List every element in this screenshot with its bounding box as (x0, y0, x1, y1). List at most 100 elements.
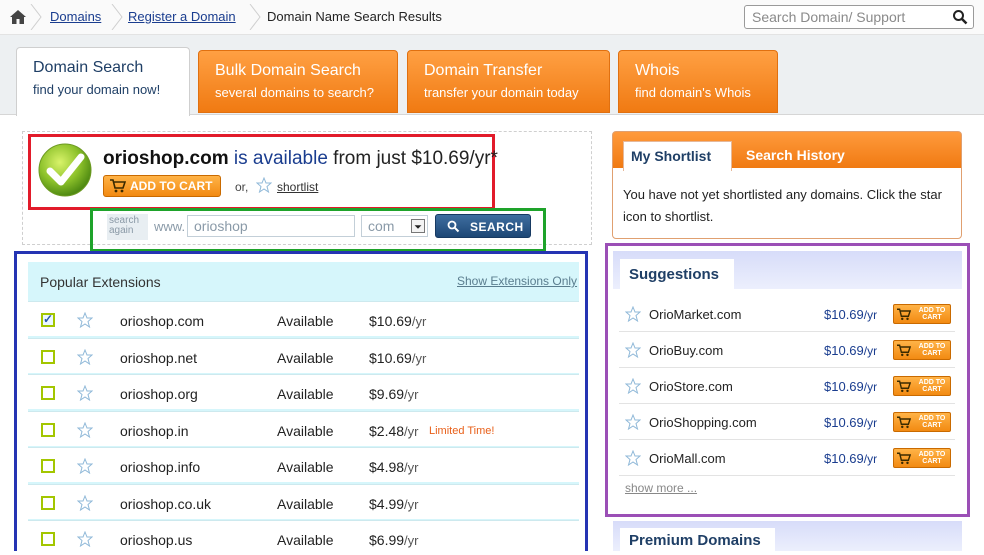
tab-domain-search[interactable]: Domain Search find your domain now! (16, 47, 190, 116)
table-row: orioshop.net Available $10.69/yr (28, 337, 579, 373)
add-to-cart-label: ADD TO CART (914, 415, 950, 429)
tab-domain-transfer[interactable]: Domain Transfer transfer your domain tod… (407, 50, 610, 113)
row-checkbox[interactable] (41, 495, 55, 510)
availability-from: from just (327, 148, 412, 169)
search-icon (447, 220, 460, 233)
tab-title: Bulk Domain Search (215, 62, 361, 79)
list-item: OrioMall.com $10.69/yr ADD TO CART (619, 440, 955, 476)
search-button[interactable]: SEARCH (435, 214, 531, 238)
search-again-label: search again (107, 214, 148, 240)
row-price-value: $2.48 (369, 422, 405, 439)
breadcrumb-separator (111, 4, 123, 30)
add-to-cart-label: ADD TO CART (914, 451, 950, 465)
star-icon[interactable] (256, 177, 272, 193)
row-domain: orioshop.co.uk (120, 495, 212, 512)
star-icon[interactable] (76, 530, 94, 548)
add-to-cart-label: ADD TO CART (914, 343, 950, 357)
popular-extensions-title: Popular Extensions (40, 274, 161, 290)
tld-select[interactable]: com (361, 215, 428, 237)
breadcrumb-register-domain[interactable]: Register a Domain (128, 9, 236, 24)
star-icon[interactable] (624, 449, 642, 467)
add-to-cart-button[interactable]: ADD TO CART (893, 340, 951, 360)
row-price-period: /yr (411, 350, 427, 366)
row-price-period: /yr (411, 314, 427, 329)
search-icon[interactable] (952, 9, 968, 25)
row-price-value: $4.98 (369, 459, 405, 475)
chevron-down-icon (414, 225, 422, 229)
star-icon[interactable] (76, 348, 94, 365)
add-to-label: ADD TO (918, 307, 946, 314)
star-icon[interactable] (76, 421, 94, 438)
list-item: OrioStore.com $10.69/yr ADD TO CART (619, 368, 955, 404)
suggestion-price-value: $10.69 (824, 379, 864, 394)
suggestion-price: $10.69/yr (824, 307, 877, 322)
suggestion-price-value: $10.69 (824, 307, 864, 322)
tab-title: Domain Search (33, 59, 144, 76)
shortlist-link[interactable]: shortlist (277, 180, 318, 194)
cart-label: CART (922, 314, 942, 321)
star-icon[interactable] (624, 377, 642, 395)
show-extensions-only-link[interactable]: Show Extensions Only (457, 274, 577, 288)
tab-bulk-domain-search[interactable]: Bulk Domain Search several domains to se… (198, 50, 398, 113)
star-icon[interactable] (624, 305, 642, 323)
row-checkbox[interactable] (41, 349, 55, 364)
show-more-link[interactable]: show more ... (625, 481, 697, 495)
row-checkbox[interactable] (41, 459, 55, 473)
star-icon[interactable] (624, 341, 642, 359)
row-domain: orioshop.in (120, 422, 189, 439)
row-price-value: $10.69 (369, 313, 412, 329)
add-to-cart-label: ADD TO CART (914, 379, 950, 393)
row-price-value: $4.99 (369, 495, 405, 512)
add-to-cart-button[interactable]: ADD TO CART (893, 304, 951, 324)
table-row: orioshop.co.uk Available $4.99/yr (28, 483, 579, 519)
suggestion-price: $10.69/yr (824, 415, 877, 430)
add-to-cart-button[interactable]: ADD TO CART (893, 412, 951, 432)
breadcrumb-domains[interactable]: Domains (50, 9, 101, 24)
row-price: $2.48/yr (369, 423, 419, 439)
table-row: orioshop.org Available $9.69/yr (28, 374, 579, 409)
domain-search-input[interactable] (187, 215, 355, 237)
or-text: or, (235, 180, 249, 194)
breadcrumb-current: Domain Name Search Results (267, 9, 442, 24)
result-domain: orioshop.com (103, 148, 229, 169)
table-row: orioshop.in Available $2.48/yr Limited Time… (28, 410, 579, 446)
row-checkbox[interactable] (41, 422, 55, 437)
row-domain: orioshop.org (120, 386, 198, 402)
row-checkbox[interactable] (41, 386, 55, 400)
tab-my-shortlist[interactable]: My Shortlist (623, 141, 732, 171)
limited-time-badge: Limited Time! (429, 424, 495, 437)
row-checkbox[interactable] (41, 312, 55, 327)
row-price: $9.69/yr (369, 386, 419, 402)
star-icon[interactable] (76, 311, 94, 329)
add-to-cart-button[interactable]: ADD TO CART (893, 376, 951, 396)
add-to-cart-button[interactable]: ADD TO CART (103, 175, 221, 197)
row-price: $4.98/yr (369, 459, 419, 475)
suggestion-price-period: /yr (863, 380, 878, 394)
suggestion-domain: OrioStore.com (649, 379, 733, 394)
tld-selected: com (368, 218, 395, 234)
www-prefix: www. (154, 219, 186, 234)
row-checkbox[interactable] (41, 532, 55, 546)
row-price: $10.69/yr (369, 313, 426, 329)
star-icon[interactable] (624, 413, 642, 431)
home-icon[interactable] (9, 8, 27, 26)
row-price: $10.69/yr (369, 350, 426, 366)
header-search-input[interactable] (745, 6, 945, 28)
star-icon[interactable] (76, 384, 94, 402)
add-to-label: ADD TO (918, 379, 946, 386)
star-icon[interactable] (76, 457, 94, 475)
row-price-value: $6.99 (369, 532, 405, 548)
suggestion-price-period: /yr (863, 344, 878, 358)
star-icon[interactable] (76, 494, 94, 511)
tab-search-history[interactable]: Search History (746, 147, 845, 163)
cart-icon (897, 452, 912, 465)
row-status: Available (277, 313, 334, 329)
tab-whois[interactable]: Whois find domain's Whois (618, 50, 778, 113)
row-price-period: /yr (404, 423, 419, 439)
premium-domains-title: Premium Domains (620, 528, 775, 551)
add-to-cart-button[interactable]: ADD TO CART (893, 448, 951, 468)
add-to-cart-label: ADD TO CART (914, 307, 950, 321)
add-to-label: ADD TO (918, 343, 946, 350)
row-price-period: /yr (404, 496, 419, 512)
breadcrumb-separator (30, 4, 42, 30)
